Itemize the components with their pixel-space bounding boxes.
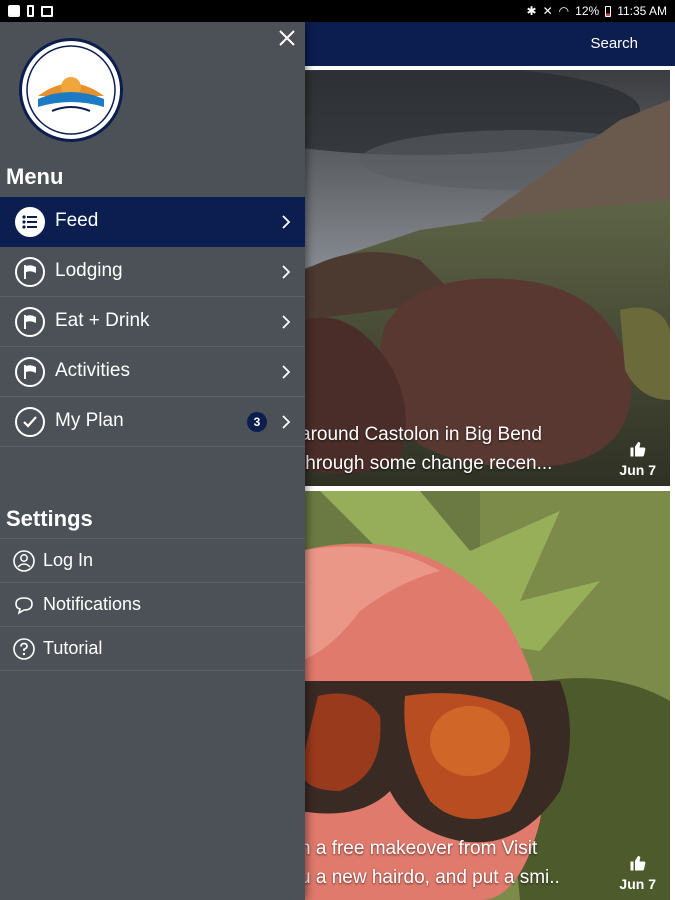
menu-item-label: Lodging [55, 260, 123, 281]
menu-heading: Menu [6, 164, 64, 189]
caption-line: u a new hairdo, and put a smi.. [300, 867, 560, 888]
battery-icon [605, 5, 612, 17]
mute-icon: ✕ [542, 4, 553, 18]
chevron-right-icon [282, 365, 291, 379]
feed-card-caption: n a free makeover from Visit u a new hai… [300, 834, 560, 892]
settings-item-tutorial[interactable]: Tutorial [0, 627, 305, 671]
status-left [8, 5, 53, 17]
menu-item-label: My Plan [55, 410, 124, 431]
my-plan-count-badge: 3 [247, 412, 267, 432]
feed-card-meta: Jun 7 [619, 854, 656, 892]
feed-card-caption: around Castolon in Big Bend through some… [300, 420, 552, 478]
caption-line: n a free makeover from Visit [300, 838, 538, 859]
menu-item-lodging[interactable]: Lodging [0, 247, 305, 297]
visit-big-bend-logo [19, 38, 123, 142]
flag-icon [15, 307, 45, 337]
image-icon [41, 5, 53, 17]
menu-item-label: Feed [55, 210, 99, 231]
list-icon [15, 207, 45, 237]
help-icon [13, 638, 35, 660]
settings-heading: Settings [6, 506, 93, 531]
close-icon[interactable] [277, 28, 297, 48]
search-button[interactable]: Search [590, 35, 638, 52]
caption-line: through some change recen... [300, 453, 553, 474]
menu-item-label: Eat + Drink [55, 310, 150, 331]
thumbs-up-icon[interactable] [629, 440, 647, 458]
settings-item-label: Log In [43, 550, 94, 570]
menu-item-feed[interactable]: Feed [0, 197, 305, 247]
settings-item-log-in[interactable]: Log In [0, 539, 305, 583]
menu-list: Feed Lodging Eat + Drink Activities My P… [0, 197, 305, 447]
status-right: ✱ ✕ ◠ 12% 11:35 AM [527, 4, 667, 18]
menu-item-my-plan[interactable]: My Plan 3 [0, 397, 305, 447]
menu-item-label: Activities [55, 360, 130, 381]
status-bar: ✱ ✕ ◠ 12% 11:35 AM [0, 0, 675, 22]
chat-bubble-icon [15, 597, 33, 615]
settings-list: Log In Notifications Tutorial [0, 538, 305, 671]
menu-item-activities[interactable]: Activities [0, 347, 305, 397]
chevron-right-icon [282, 315, 291, 329]
notification-icon [8, 5, 20, 17]
navigation-drawer: Menu Feed Lodging Eat + Drink Activities… [0, 22, 305, 900]
caption-line: around Castolon in Big Bend [300, 424, 542, 445]
settings-item-notifications[interactable]: Notifications [0, 583, 305, 627]
chevron-right-icon [282, 215, 291, 229]
sim-card-icon [27, 5, 34, 17]
flag-icon [15, 357, 45, 387]
post-date: Jun 7 [619, 462, 656, 478]
chevron-right-icon [282, 415, 291, 429]
thumbs-up-icon[interactable] [629, 854, 647, 872]
settings-item-label: Tutorial [43, 638, 103, 658]
battery-level: 12% [575, 4, 600, 18]
bluetooth-icon: ✱ [526, 4, 537, 18]
flag-icon [15, 257, 45, 287]
user-icon [13, 550, 35, 572]
feed-card-meta: Jun 7 [619, 440, 656, 478]
settings-item-label: Notifications [43, 594, 142, 614]
clock: 11:35 AM [617, 4, 667, 18]
wifi-icon: ◠ [558, 4, 570, 18]
chevron-right-icon [282, 265, 291, 279]
post-date: Jun 7 [619, 876, 656, 892]
menu-item-eat-drink[interactable]: Eat + Drink [0, 297, 305, 347]
logo-graphic [26, 45, 116, 135]
check-icon [15, 407, 45, 437]
